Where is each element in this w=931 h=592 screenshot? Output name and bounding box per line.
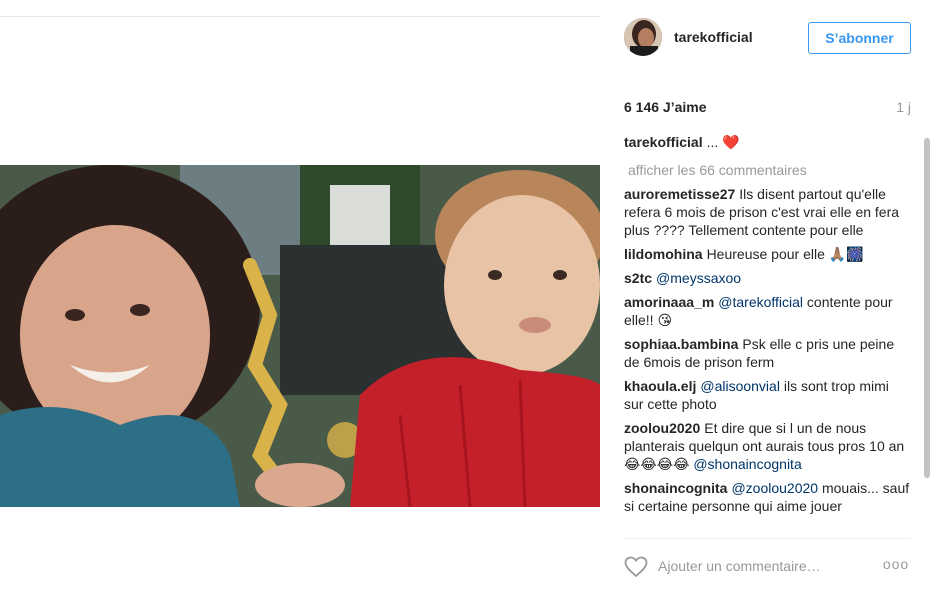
comment-mention[interactable]: @tarekofficial bbox=[718, 294, 803, 310]
comment-username[interactable]: amorinaaa_m bbox=[624, 294, 714, 310]
comments-list: tarekofficial... ❤️ afficher les 66 comm… bbox=[624, 133, 912, 533]
media-panel bbox=[0, 0, 600, 592]
top-divider bbox=[0, 16, 600, 17]
comment-mention[interactable]: @meyssaxoo bbox=[656, 270, 741, 286]
footer-divider bbox=[624, 538, 911, 539]
comment-footer: ooo bbox=[600, 540, 931, 592]
scrollbar-thumb[interactable] bbox=[924, 138, 930, 478]
more-options-icon[interactable]: ooo bbox=[882, 556, 910, 576]
likes-count[interactable]: 6 146 J’aime bbox=[624, 99, 707, 115]
caption-text: ... bbox=[706, 134, 723, 150]
comment-item: sophiaa.bambina Psk elle c pris une peine… bbox=[624, 335, 912, 371]
comment-username[interactable]: shonaincognita bbox=[624, 480, 727, 496]
comment-item: lildomohina Heureuse pour elle 🙏🏽🎆 bbox=[624, 245, 912, 263]
comment-username[interactable]: zoolou2020 bbox=[624, 420, 700, 436]
comment-item: s2tc @meyssaxoo bbox=[624, 269, 912, 287]
comment-text: Heureuse pour elle 🙏🏽🎆 bbox=[706, 246, 864, 262]
comment-item: amorinaaa_m @tarekofficial contente pour … bbox=[624, 293, 912, 329]
comment-username[interactable]: lildomohina bbox=[624, 246, 703, 262]
caption: tarekofficial... ❤️ bbox=[624, 133, 912, 151]
comment-username[interactable]: khaoula.elj bbox=[624, 378, 696, 394]
comment-username[interactable]: sophiaa.bambina bbox=[624, 336, 738, 352]
comment-mention[interactable]: @shonaincognita bbox=[693, 456, 801, 472]
comment-item: shonaincognita @zoolou2020 mouais... sauf… bbox=[624, 479, 912, 515]
avatar[interactable] bbox=[624, 18, 662, 56]
comment-mention[interactable]: @alisoonvial bbox=[700, 378, 780, 394]
comments-scrollbar[interactable] bbox=[922, 128, 931, 538]
caption-username[interactable]: tarekofficial bbox=[624, 134, 703, 150]
heart-outline-icon[interactable] bbox=[624, 556, 648, 578]
post-sidebar: tarekofficial S’abonner 6 146 J’aime 1 j… bbox=[600, 0, 931, 592]
instagram-post-view: tarekofficial S’abonner 6 146 J’aime 1 j… bbox=[0, 0, 931, 592]
load-more-comments[interactable]: afficher les 66 commentaires bbox=[628, 161, 912, 179]
comment-item: zoolou2020 Et dire que si l un de nous pl… bbox=[624, 419, 912, 473]
post-time[interactable]: 1 j bbox=[896, 99, 911, 115]
comment-item: khaoula.elj @alisoonvial ils sont trop mi… bbox=[624, 377, 912, 413]
post-photo[interactable] bbox=[0, 165, 600, 507]
comment-mention[interactable]: @zoolou2020 bbox=[731, 480, 818, 496]
comment-username[interactable]: s2tc bbox=[624, 270, 652, 286]
comment-item: auroremetisse27 Ils disent partout qu'ell… bbox=[624, 185, 912, 239]
comment-username[interactable]: auroremetisse27 bbox=[624, 186, 735, 202]
post-author-username[interactable]: tarekofficial bbox=[674, 29, 753, 45]
heart-emoji: ❤️ bbox=[722, 134, 740, 150]
post-header: tarekofficial S’abonner bbox=[600, 0, 931, 78]
add-comment-input[interactable] bbox=[658, 555, 878, 577]
follow-button[interactable]: S’abonner bbox=[808, 22, 911, 54]
